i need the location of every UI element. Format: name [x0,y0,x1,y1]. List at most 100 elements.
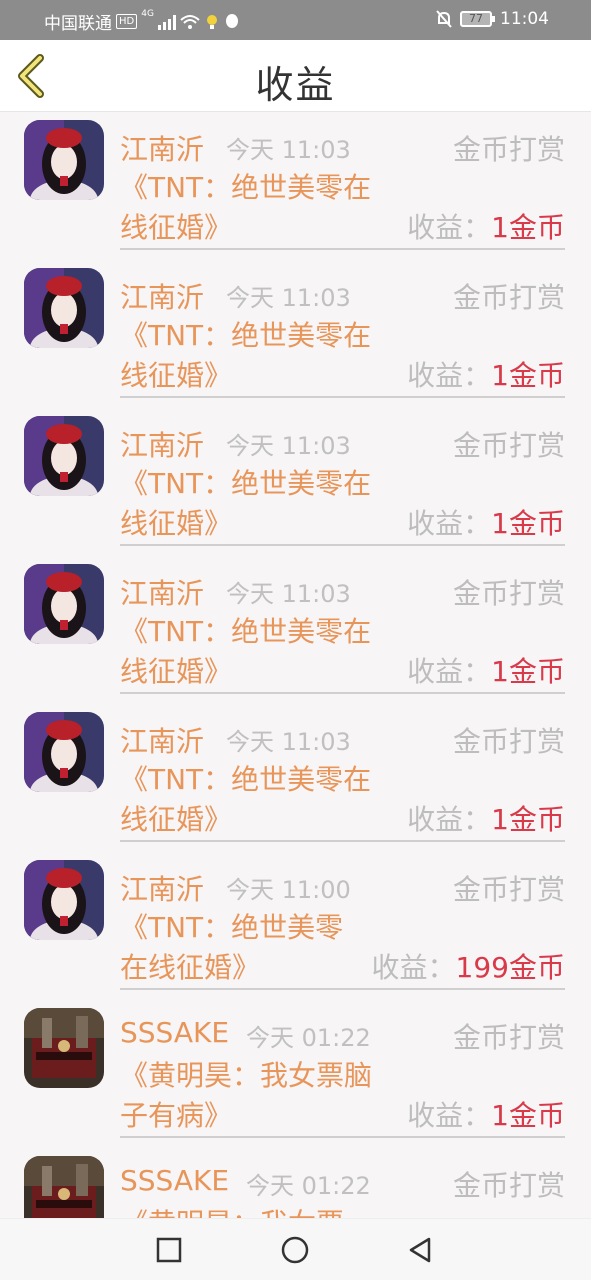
user-name[interactable]: SSSAKE [120,1016,229,1049]
system-nav-bar [0,1218,591,1280]
book-title-line-1: 《TNT：绝世美零在 [120,171,372,204]
woman-portrait-icon [24,120,104,200]
user-name[interactable]: 江南沂 [120,720,204,760]
woman-portrait-icon [24,416,104,496]
avatar[interactable] [24,564,104,644]
book-title-line-1: 《TNT：绝世美零在 [120,319,372,352]
earning-label: 收益： [407,803,492,836]
status-bar: 中国联通 HD 4G 77 11:04 [0,0,591,40]
coin-amount: 1金币 [491,507,565,540]
woman-portrait-icon [24,564,104,644]
earning-row[interactable]: 江南沂 今天 11:03 金币打赏 《TNT：绝世美零在 线征婚》 收益：1金币 [0,260,591,408]
book-title-line-2: 子有病》 [120,1099,233,1132]
battery-icon: 77 [460,11,495,27]
earning-amount: 收益：1金币 [407,208,565,248]
woman-portrait-icon [24,268,104,348]
book-title-line-2: 线征婚》 [120,507,233,540]
circle-icon[interactable] [280,1235,310,1265]
avatar[interactable] [24,268,104,348]
timestamp: 今天 11:03 [226,728,351,756]
book-title[interactable]: 《TNT：绝世美零在线征婚》 [120,316,371,396]
coin-amount: 1金币 [491,1099,565,1132]
coin-amount: 1金币 [491,655,565,688]
book-title-line-1: 《TNT：绝世美零 [120,911,344,944]
coin-amount: 1金币 [491,803,565,836]
avatar[interactable] [24,120,104,200]
earning-info: SSSAKE 今天 01:22 金币打赏《黄明昊：我女票 [120,1148,565,1218]
earning-row[interactable]: 江南沂 今天 11:00 金币打赏 《TNT：绝世美零 在线征婚》 收益：199金币 [0,852,591,1000]
carrier-name: 中国联通 [44,14,112,34]
timestamp: 今天 01:22 [246,1024,371,1052]
coin-amount: 1金币 [491,359,565,392]
earning-type: 金币打赏 [452,725,565,758]
earning-label: 收益： [407,655,492,688]
earning-row[interactable]: SSSAKE 今天 01:22 金币打赏 《黄明昊：我女票脑 子有病》 收益：1金币 [0,1000,591,1148]
avatar[interactable] [24,1156,104,1218]
network-type: 4G [141,9,154,19]
user-name[interactable]: 江南沂 [120,128,204,168]
avatar[interactable] [24,860,104,940]
page-title: 收益 [255,63,336,107]
avatar[interactable] [24,416,104,496]
book-title[interactable]: 《TNT：绝世美零在线征婚》 [120,760,371,840]
woman-portrait-icon [24,712,104,792]
timestamp: 今天 11:03 [226,580,351,608]
user-name[interactable]: 江南沂 [120,868,204,908]
earning-row[interactable]: 江南沂 今天 11:03 金币打赏 《TNT：绝世美零在 线征婚》 收益：1金币 [0,704,591,852]
earning-row[interactable]: 江南沂 今天 11:03 金币打赏 《TNT：绝世美零在 线征婚》 收益：1金币 [0,112,591,260]
book-title-line-2: 线征婚》 [120,359,233,392]
book-title-line-1: 《黄明昊：我女票 [120,1204,344,1218]
avatar[interactable] [24,1008,104,1088]
eye-comfort-icon [206,14,217,29]
earning-row[interactable]: 江南沂 今天 11:03 金币打赏 《TNT：绝世美零在 线征婚》 收益：1金币 [0,408,591,556]
coin-amount: 199金币 [455,951,565,984]
book-title[interactable]: 《TNT：绝世美零在线征婚》 [120,464,371,544]
book-title-line-2: 线征婚》 [120,655,233,688]
user-name[interactable]: 江南沂 [120,424,204,464]
earning-label: 收益： [407,507,492,540]
earning-label: 收益： [407,211,492,244]
book-title[interactable]: 《黄明昊：我女票 [120,1204,344,1218]
earning-row[interactable]: 江南沂 今天 11:03 金币打赏 《TNT：绝世美零在 线征婚》 收益：1金币 [0,556,591,704]
timestamp: 今天 11:03 [226,432,351,460]
earning-type: 金币打赏 [452,873,565,906]
qq-icon [225,13,238,28]
earnings-list[interactable]: 江南沂 今天 11:03 金币打赏 《TNT：绝世美零在 线征婚》 收益：1金币 江南沂 今天… [0,112,591,1218]
earning-type: 金币打赏 [452,1169,565,1202]
triangle-back-icon[interactable] [405,1235,435,1265]
wifi-icon [180,14,200,29]
earning-label: 收益： [371,951,456,984]
square-icon[interactable] [154,1235,184,1265]
user-name[interactable]: 江南沂 [120,572,204,612]
book-title[interactable]: 《黄明昊：我女票脑 子有病》 [120,1056,372,1136]
earning-row[interactable]: SSSAKE 今天 01:22 金币打赏《黄明昊：我女票 [0,1148,591,1218]
signal-icon [157,14,176,30]
earning-info: 江南沂 今天 11:03 金币打赏 《TNT：绝世美零在 线征婚》 收益：1金币 [120,704,565,842]
book-title[interactable]: 《TNT：绝世美零在线征婚》 [120,612,371,692]
earning-type: 金币打赏 [452,1021,565,1054]
user-name[interactable]: 江南沂 [120,276,204,316]
earning-info: 江南沂 今天 11:03 金币打赏 《TNT：绝世美零在 线征婚》 收益：1金币 [120,260,565,398]
earning-type: 金币打赏 [452,577,565,610]
earning-amount: 收益：1金币 [407,652,565,692]
earning-amount: 收益：1金币 [407,800,565,840]
avatar[interactable] [24,712,104,792]
train-station-icon [24,1008,104,1088]
earning-info: 江南沂 今天 11:00 金币打赏 《TNT：绝世美零 在线征婚》 收益：199金币 [120,852,565,990]
earning-label: 收益： [407,1099,492,1132]
book-title-line-2: 线征婚》 [120,211,233,244]
earning-amount: 收益：1金币 [407,356,565,396]
earning-info: 江南沂 今天 11:03 金币打赏 《TNT：绝世美零在 线征婚》 收益：1金币 [120,112,565,250]
hd-icon: HD [116,14,138,29]
book-title[interactable]: 《TNT：绝世美零在线征婚》 [120,168,371,248]
user-name[interactable]: SSSAKE [120,1164,229,1197]
book-title-line-2: 在线征婚》 [120,951,261,984]
earning-amount: 收益：1金币 [407,1096,565,1136]
book-title[interactable]: 《TNT：绝世美零在线征婚》 [120,908,343,988]
earning-amount: 收益：199金币 [372,948,565,988]
book-title-line-1: 《TNT：绝世美零在 [120,615,372,648]
earning-info: 江南沂 今天 11:03 金币打赏 《TNT：绝世美零在 线征婚》 收益：1金币 [120,408,565,546]
page-header: 收益 [0,40,591,112]
book-title-line-1: 《TNT：绝世美零在 [120,763,372,796]
woman-portrait-icon [24,860,104,940]
